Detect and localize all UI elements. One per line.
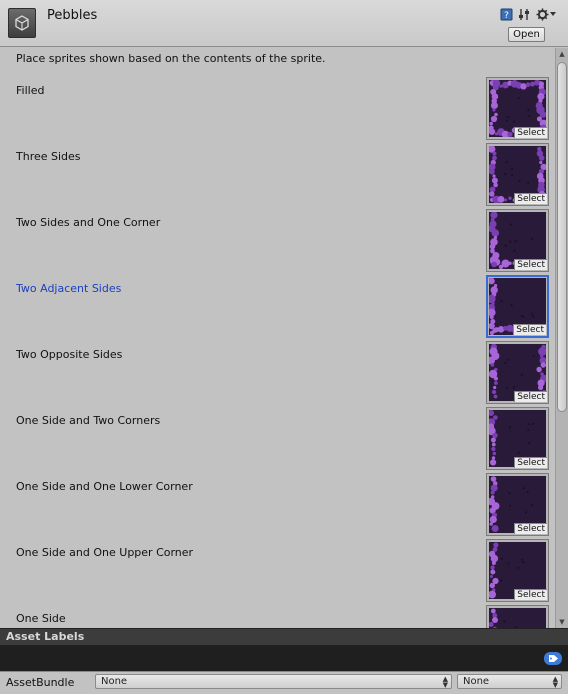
scroll-down-icon[interactable]: ▼ [556, 617, 568, 627]
scroll-up-icon[interactable]: ▲ [556, 49, 568, 59]
rule-row: Filled Select [0, 77, 555, 150]
rule-row: Two Adjacent Sides Select [0, 275, 555, 348]
rule-label: One Side and One Upper Corner [16, 546, 194, 559]
sprite-field[interactable]: Select [486, 209, 549, 272]
vertical-scrollbar[interactable]: ▲ ▼ [555, 48, 568, 628]
rule-label: Three Sides [16, 150, 81, 163]
rule-row: One Side Select [0, 605, 555, 628]
sprite-field[interactable]: Select [486, 605, 549, 628]
sprite-field[interactable]: Select [486, 407, 549, 470]
sprite-field[interactable]: Select [486, 341, 549, 404]
open-button[interactable]: Open [508, 27, 545, 42]
intro-text: Place sprites shown based on the content… [16, 52, 326, 65]
sprite-field[interactable]: Select [486, 77, 549, 140]
select-button[interactable]: Select [514, 193, 547, 204]
svg-text:?: ? [504, 11, 509, 21]
dropdown-arrows-icon: ▲ ▼ [442, 675, 448, 689]
inspector-header: Pebbles ? Open [0, 0, 568, 47]
rule-row: Two Sides and One Corner Select [0, 209, 555, 282]
label-tag-icon[interactable] [544, 652, 562, 665]
rule-label: Two Opposite Sides [16, 348, 123, 361]
sprite-field[interactable]: Select [486, 539, 549, 602]
inspector-content[interactable]: Place sprites shown based on the content… [0, 48, 555, 628]
asset-bundle-bar: AssetBundle None ▲ ▼ None ▲ ▼ [0, 671, 568, 694]
select-button[interactable]: Select [514, 457, 547, 468]
rule-row: One Side and One Lower Corner Select [0, 473, 555, 546]
asset-bundle-variant-dropdown[interactable]: None ▲ ▼ [457, 674, 562, 689]
rule-label: Two Sides and One Corner [16, 216, 161, 229]
select-button[interactable]: Select [514, 523, 547, 534]
asset-labels-header[interactable]: Asset Labels [0, 628, 568, 645]
select-button[interactable]: Select [514, 259, 547, 270]
asset-labels-panel [0, 645, 568, 671]
sprite-field[interactable]: Select [486, 275, 549, 338]
dropdown-arrows-icon: ▲ ▼ [552, 675, 558, 689]
asset-bundle-label: AssetBundle [6, 676, 75, 689]
rule-label: Two Adjacent Sides [16, 282, 122, 295]
unity-asset-icon [8, 8, 36, 38]
scroll-thumb[interactable] [557, 62, 567, 412]
rule-row: One Side and Two Corners Select [0, 407, 555, 480]
asset-bundle-name-dropdown[interactable]: None ▲ ▼ [95, 674, 452, 689]
preset-sliders-icon[interactable] [517, 7, 531, 21]
rule-row: Two Opposite Sides Select [0, 341, 555, 414]
rule-label: One Side and One Lower Corner [16, 480, 193, 493]
rule-label: One Side and Two Corners [16, 414, 161, 427]
select-button[interactable]: Select [514, 127, 547, 138]
sprite-field[interactable]: Select [486, 473, 549, 536]
asset-title: Pebbles [47, 8, 98, 23]
dropdown-arrow-icon[interactable] [549, 7, 557, 21]
select-button[interactable]: Select [514, 589, 547, 600]
rule-label: Filled [16, 84, 45, 97]
rule-label: One Side [16, 612, 66, 625]
rule-row: Three Sides Select [0, 143, 555, 216]
select-button[interactable]: Select [513, 324, 546, 335]
asset-bundle-variant-value: None [463, 676, 490, 687]
rule-row: One Side and One Upper Corner Select [0, 539, 555, 612]
gear-icon[interactable] [535, 7, 549, 21]
select-button[interactable]: Select [514, 391, 547, 402]
asset-bundle-name-value: None [101, 676, 128, 687]
sprite-preview-image [489, 608, 546, 628]
sprite-field[interactable]: Select [486, 143, 549, 206]
help-book-icon[interactable]: ? [499, 7, 513, 21]
